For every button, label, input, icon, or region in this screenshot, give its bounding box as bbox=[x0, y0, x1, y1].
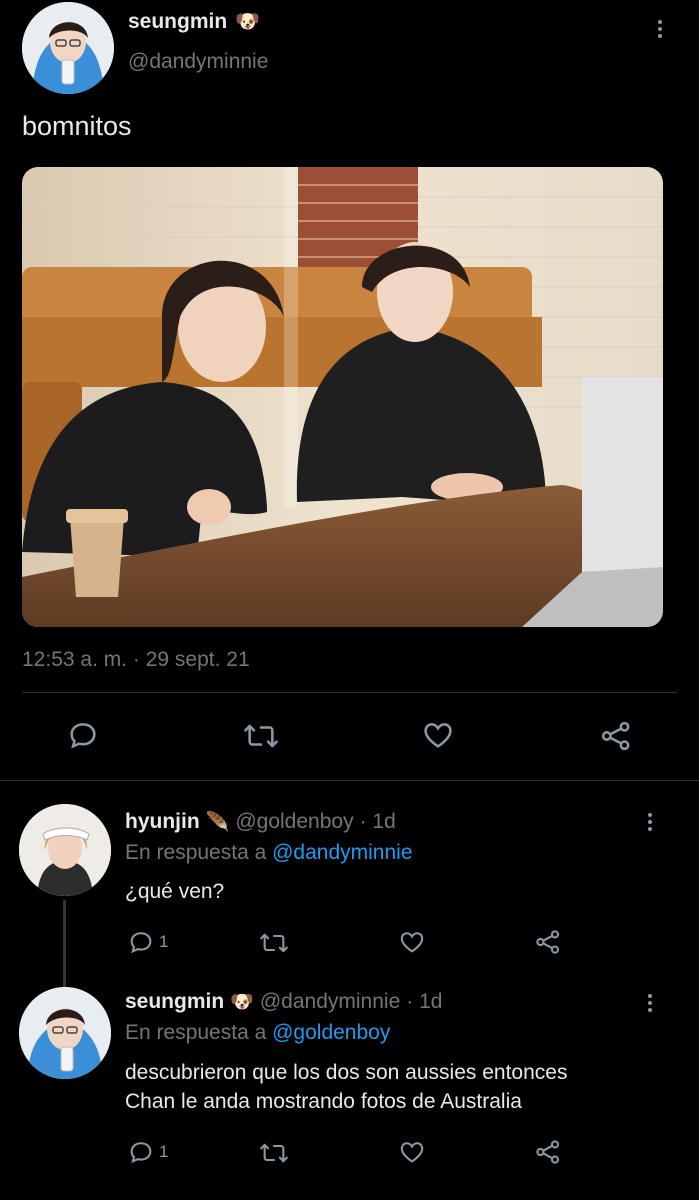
reply-icon bbox=[130, 932, 152, 954]
reply-count: 1 bbox=[159, 1142, 169, 1161]
reply-avatar[interactable] bbox=[19, 804, 111, 896]
share-icon bbox=[601, 721, 630, 751]
more-icon[interactable] bbox=[643, 991, 657, 1015]
divider bbox=[22, 692, 677, 693]
reply-author-handle[interactable]: @dandyminnie bbox=[260, 990, 400, 1014]
author-handle[interactable]: @dandyminnie bbox=[128, 50, 268, 74]
reply-button[interactable]: 1 bbox=[127, 928, 168, 956]
reply-text: ¿qué ven? bbox=[125, 880, 225, 903]
share-button[interactable] bbox=[533, 928, 563, 956]
reply-button[interactable] bbox=[66, 718, 100, 752]
reply-icon bbox=[70, 723, 96, 749]
more-icon[interactable] bbox=[643, 810, 657, 834]
feather-emoji-icon: 🪶 bbox=[205, 812, 230, 833]
reply-author-handle[interactable]: @goldenboy bbox=[235, 810, 353, 834]
reply-context-label: En respuesta a bbox=[125, 1021, 267, 1044]
divider bbox=[0, 780, 699, 781]
reply-text-line: descubrieron que los dos son aussies ent… bbox=[125, 1061, 568, 1084]
author-name[interactable]: seungmin bbox=[128, 10, 227, 34]
retweet-icon bbox=[260, 933, 288, 953]
reply-count: 1 bbox=[159, 932, 169, 951]
share-button[interactable] bbox=[598, 719, 634, 753]
tweet-text: bomnitos bbox=[22, 111, 132, 141]
reply-text-line: Chan le anda mostrando fotos de Australi… bbox=[125, 1090, 522, 1113]
reply-avatar[interactable] bbox=[19, 987, 111, 1079]
tweet-timestamp[interactable]: 12:53 a. m. · 29 sept. 21 bbox=[22, 648, 250, 672]
like-button[interactable] bbox=[420, 718, 456, 752]
reply-button[interactable]: 1 bbox=[127, 1138, 168, 1166]
retweet-button[interactable] bbox=[258, 1139, 290, 1167]
heart-icon bbox=[400, 1142, 424, 1163]
reply-age: · 1d bbox=[359, 810, 396, 833]
thread-line bbox=[63, 900, 66, 988]
heart-icon bbox=[400, 932, 424, 953]
reply-to-link[interactable]: @dandyminnie bbox=[272, 841, 412, 864]
retweet-button[interactable] bbox=[258, 929, 290, 957]
share-icon bbox=[536, 1140, 560, 1164]
dog-emoji-icon: 🐶 bbox=[235, 11, 261, 33]
retweet-button[interactable] bbox=[242, 719, 280, 753]
tweet-photo[interactable] bbox=[22, 167, 663, 627]
author-avatar[interactable] bbox=[22, 2, 114, 94]
retweet-icon bbox=[260, 1143, 288, 1163]
reply-context-label: En respuesta a bbox=[125, 841, 267, 864]
dog-emoji-icon: 🐶 bbox=[230, 992, 254, 1013]
retweet-icon bbox=[244, 724, 278, 748]
like-button[interactable] bbox=[397, 1138, 427, 1166]
reply-age: · 1d bbox=[406, 990, 443, 1013]
share-icon bbox=[536, 930, 560, 954]
reply-to-link[interactable]: @goldenboy bbox=[272, 1021, 390, 1044]
reply-author-name[interactable]: hyunjin bbox=[125, 810, 200, 834]
more-icon[interactable] bbox=[653, 17, 667, 41]
reply-author-name[interactable]: seungmin bbox=[125, 990, 224, 1014]
share-button[interactable] bbox=[533, 1138, 563, 1166]
heart-icon bbox=[424, 723, 452, 748]
like-button[interactable] bbox=[397, 928, 427, 956]
reply-icon bbox=[130, 1142, 152, 1164]
